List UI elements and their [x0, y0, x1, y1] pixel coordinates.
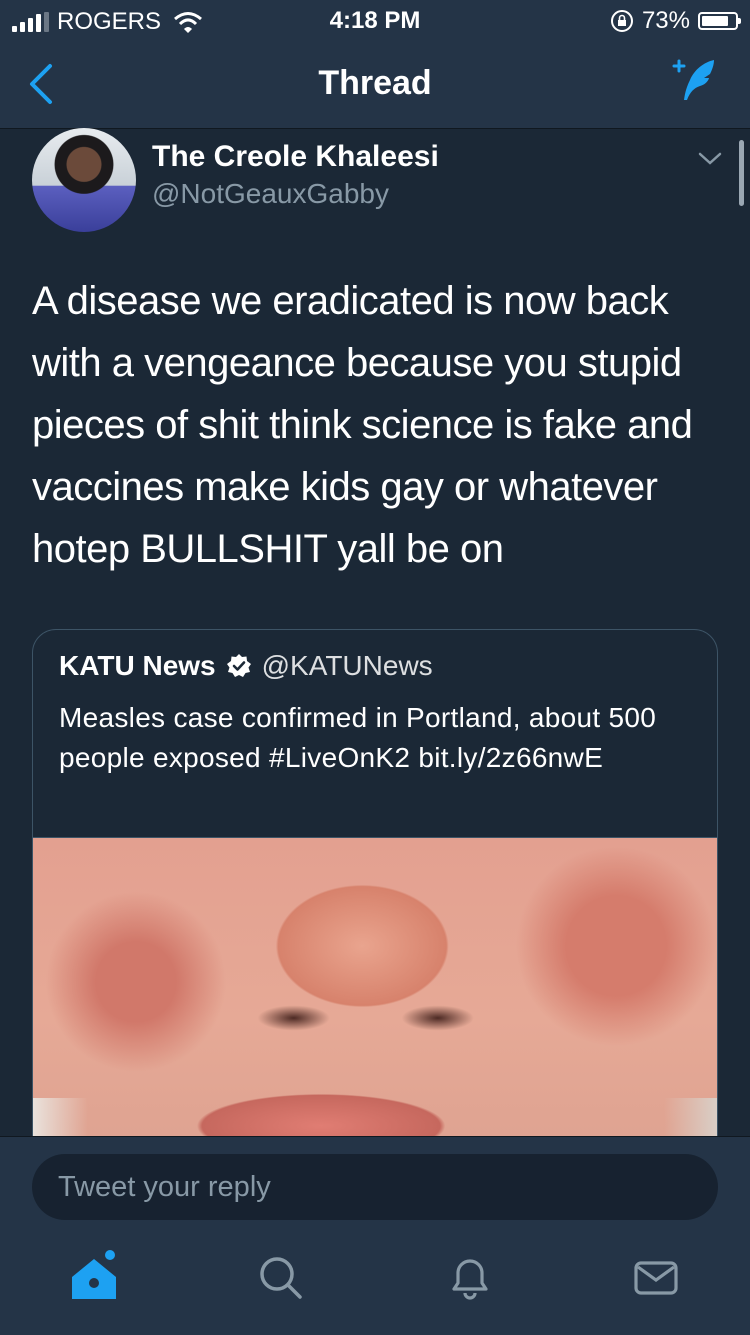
scroll-indicator: [739, 140, 744, 206]
rotation-lock-icon: [610, 10, 633, 32]
status-right: 73%: [610, 7, 741, 35]
quoted-tweet-card[interactable]: KATU News @KATUNews Measles case confirm…: [32, 629, 718, 1189]
notifications-icon[interactable]: [440, 1247, 500, 1307]
reply-input[interactable]: [32, 1154, 718, 1220]
battery-label: 73%: [641, 7, 690, 34]
tweet-text: A disease we eradicated is now back with…: [32, 279, 693, 571]
chevron-down-icon[interactable]: [698, 148, 722, 168]
messages-icon[interactable]: [626, 1247, 686, 1307]
nav-bar: Thread: [0, 40, 750, 129]
status-bar: ROGERS 4:18 PM 73%: [0, 0, 750, 40]
home-icon[interactable]: [64, 1247, 124, 1307]
quoted-author-handle: @KATUNews: [261, 650, 433, 681]
quoted-author-name: KATU News: [59, 650, 216, 681]
search-icon[interactable]: [250, 1247, 310, 1307]
verified-badge-icon: [226, 654, 251, 677]
compose-tweet-icon[interactable]: [668, 56, 722, 108]
reply-area: [0, 1136, 750, 1335]
avatar[interactable]: [32, 128, 136, 232]
tab-bar: [0, 1247, 750, 1327]
author-handle[interactable]: @NotGeauxGabby: [152, 178, 389, 210]
quoted-tweet-text: Measles case confirmed in Portland, abou…: [59, 702, 657, 773]
quoted-tweet-header: KATU News @KATUNews: [59, 650, 433, 682]
battery-icon: [698, 12, 741, 30]
page-title: Thread: [318, 64, 432, 102]
author-name[interactable]: The Creole Khaleesi: [152, 140, 439, 174]
